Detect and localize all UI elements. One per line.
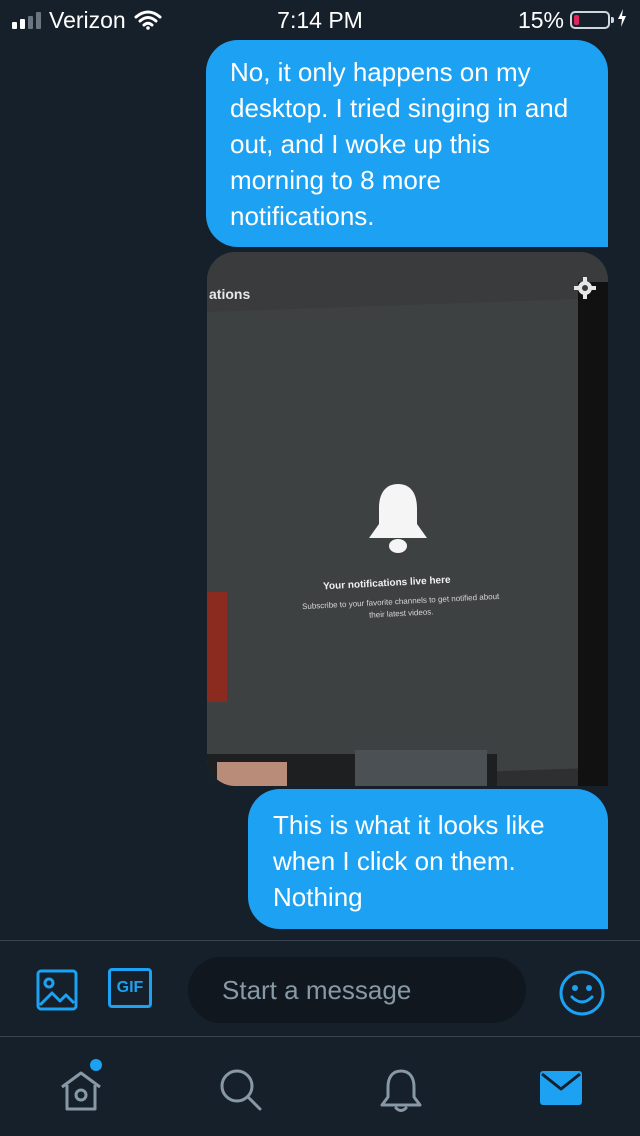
bell-icon [363, 480, 433, 561]
tab-bar [0, 1036, 640, 1136]
photo-header-text: ations [209, 286, 251, 302]
message-text: This is what it looks like when I click … [273, 810, 545, 912]
status-left: Verizon [0, 7, 162, 34]
photo-thumbnail [217, 762, 287, 786]
message-text: No, it only happens on my desktop. I tri… [230, 57, 569, 231]
message-bubble[interactable]: This is what it looks like when I click … [248, 789, 608, 929]
photo-side-thumbnail [207, 592, 227, 702]
battery-icon [570, 11, 614, 29]
gear-icon [573, 276, 597, 305]
message-bubble[interactable]: No, it only happens on my desktop. I tri… [206, 40, 608, 247]
tab-messages[interactable] [538, 1065, 584, 1116]
home-icon [61, 1071, 101, 1111]
tab-search[interactable] [216, 1065, 266, 1120]
signal-strength-icon [12, 11, 41, 29]
tab-home[interactable] [56, 1065, 106, 1120]
home-notification-badge [90, 1059, 102, 1071]
gif-button[interactable]: GIF [108, 968, 152, 1008]
emoji-icon[interactable] [558, 969, 606, 1022]
tab-notifications[interactable] [376, 1065, 426, 1120]
search-icon [220, 1069, 262, 1111]
status-bar: Verizon 7:14 PM 15% [0, 0, 640, 40]
charging-icon [616, 7, 628, 34]
battery-level [574, 15, 579, 25]
wifi-icon [134, 10, 162, 30]
photo-thumbnail [355, 750, 487, 786]
battery-percent: 15% [517, 6, 564, 33]
envelope-icon [540, 1071, 582, 1105]
message-image[interactable]: ations Your notifications live here Subs… [207, 252, 608, 786]
message-composer: GIF [0, 940, 640, 1036]
carrier-name: Verizon [49, 6, 126, 33]
status-right: 15% [518, 7, 640, 34]
message-input[interactable] [188, 957, 526, 1023]
image-icon[interactable] [36, 969, 78, 1016]
photo-edge [578, 282, 608, 786]
bell-icon [380, 1069, 422, 1112]
